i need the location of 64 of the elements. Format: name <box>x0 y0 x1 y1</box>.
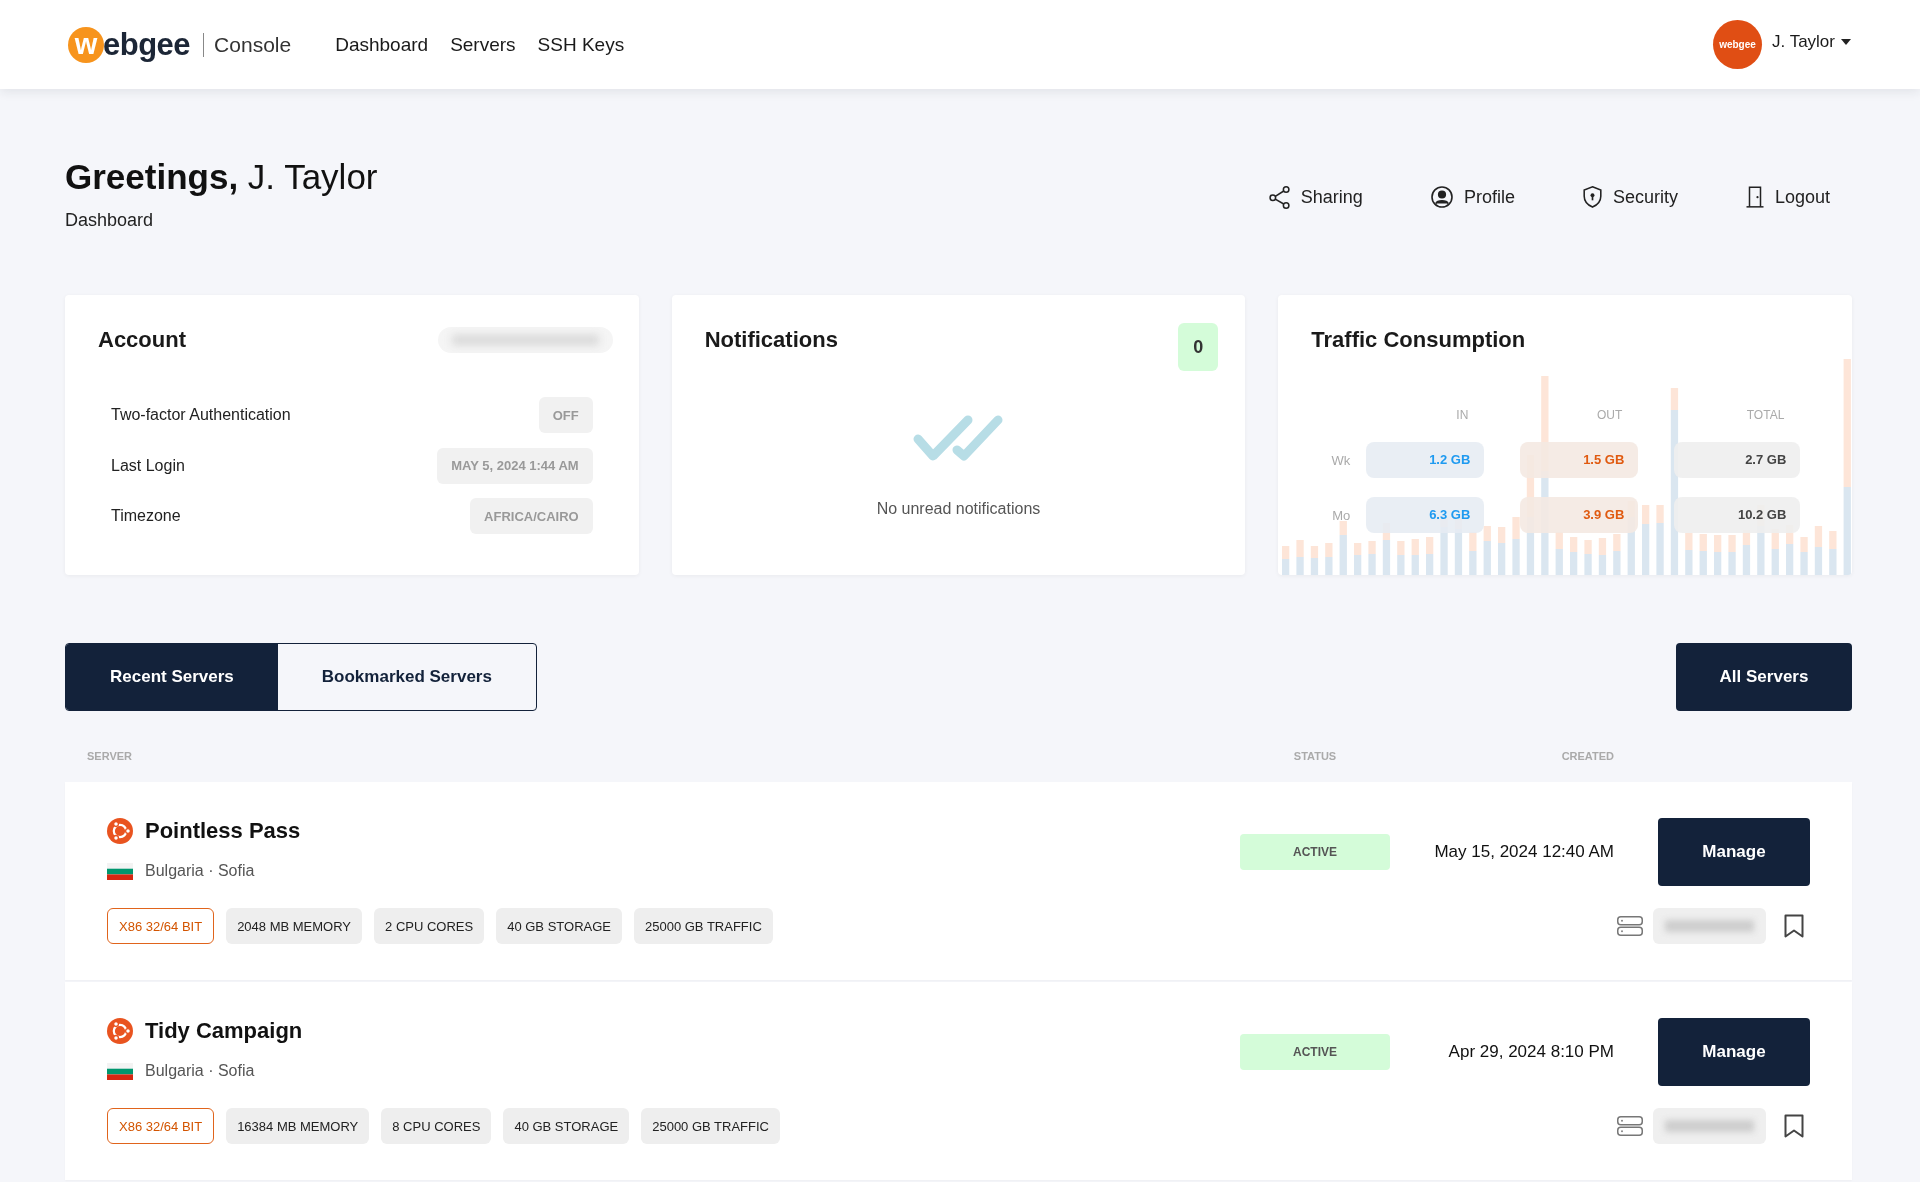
setting-label: Last Login <box>111 456 185 475</box>
server-name[interactable]: Tidy Campaign <box>145 1018 303 1044</box>
server-name[interactable]: Pointless Pass <box>145 818 301 844</box>
shield-icon <box>1582 186 1602 208</box>
greeting-title: Greetings, J. Taylor <box>65 156 378 198</box>
card-title: Account <box>98 326 186 354</box>
manage-button[interactable]: Manage <box>1658 818 1810 886</box>
bookmark-icon[interactable] <box>1784 1114 1804 1138</box>
card-title: Traffic Consumption <box>1311 326 1526 354</box>
flag-icon <box>107 1062 133 1080</box>
action-link[interactable]: Security <box>1582 185 1678 209</box>
action-link[interactable]: Profile <box>1430 185 1515 209</box>
share-icon <box>1268 185 1290 209</box>
setting-value: MAY 5, 2024 1:44 AM <box>437 447 593 484</box>
profile-icon <box>1430 186 1453 208</box>
server-icon[interactable] <box>1617 916 1643 936</box>
count-badge: 0 <box>1178 323 1219 371</box>
manage-button[interactable]: Manage <box>1658 1018 1810 1086</box>
spec-tag: 16384 MB MEMORY <box>226 1108 370 1144</box>
column-header: CREATED <box>1561 749 1614 763</box>
created-date: May 15, 2024 12:40 AM <box>1434 842 1614 862</box>
page-subtitle: Dashboard <box>65 210 154 230</box>
setting-label: Timezone <box>111 507 181 525</box>
spec-tag: 2048 MB MEMORY <box>226 908 363 944</box>
setting-label: Two-factor Authentication <box>111 406 291 424</box>
all-servers-button[interactable]: All Servers <box>1676 643 1852 711</box>
spec-tag: 25000 GB TRAFFIC <box>634 908 773 944</box>
ring-logo-icon <box>107 818 133 844</box>
bookmark-icon[interactable] <box>1784 914 1804 938</box>
server-location: Bulgaria · Sofia <box>145 862 255 880</box>
server-location: Bulgaria · Sofia <box>145 1062 255 1080</box>
spec-tag: 2 CPU CORES <box>374 908 485 944</box>
nav-link[interactable]: Servers <box>450 33 516 56</box>
double-check-icon <box>913 415 1004 461</box>
spec-tag: 40 GB STORAGE <box>496 908 622 944</box>
brand-logo[interactable]: webgee <box>68 26 191 63</box>
spec-tag: 40 GB STORAGE <box>503 1108 630 1144</box>
avatar[interactable]: webgee <box>1713 20 1762 69</box>
spec-tag: 25000 GB TRAFFIC <box>641 1108 780 1144</box>
tab[interactable]: Recent Servers <box>66 644 278 710</box>
spec-tag: X86 32/64 BIT <box>107 908 215 944</box>
empty-message: No unread notifications <box>876 499 1041 519</box>
created-date: Apr 29, 2024 8:10 PM <box>1448 1042 1614 1062</box>
status-badge: ACTIVE <box>1240 1034 1390 1070</box>
column-header: STATUS <box>1293 749 1337 763</box>
action-link[interactable]: Logout <box>1745 185 1830 209</box>
spec-tag: 8 CPU CORES <box>381 1108 492 1144</box>
card-title: Notifications <box>704 326 838 354</box>
caret-icon <box>1841 39 1851 45</box>
setting-value: AFRICA/CAIRO <box>470 498 593 534</box>
ring-logo-icon <box>107 1018 133 1044</box>
tab[interactable]: Bookmarked Servers <box>277 644 536 710</box>
nav-link[interactable]: Dashboard <box>335 33 429 56</box>
spec-tag: X86 32/64 BIT <box>107 1108 215 1144</box>
action-link[interactable]: Sharing <box>1268 185 1363 209</box>
server-icon[interactable] <box>1617 1116 1643 1136</box>
column-header: SERVER <box>87 749 133 763</box>
door-icon <box>1745 186 1764 208</box>
product-name: Console <box>214 32 292 57</box>
setting-value: OFF <box>538 397 593 433</box>
user-menu[interactable]: J. Taylor <box>1772 32 1851 52</box>
flag-icon <box>107 862 133 880</box>
status-badge: ACTIVE <box>1240 834 1390 870</box>
nav-link[interactable]: SSH Keys <box>537 33 625 56</box>
